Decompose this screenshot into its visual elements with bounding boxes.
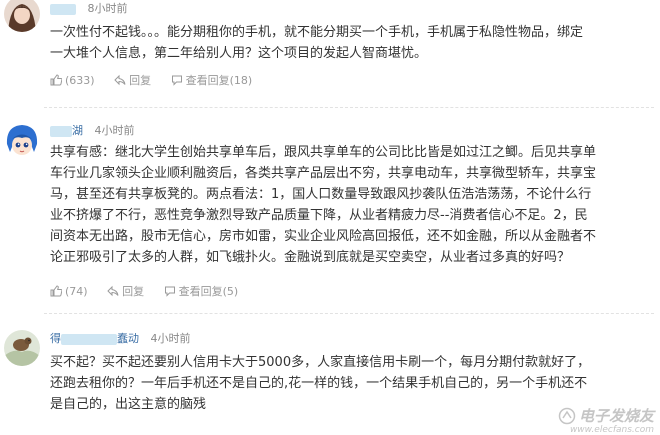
like-count: (74) (65, 284, 88, 298)
comment-line: 马，甚至还有共享板凳的。两点看法：1，国人口数量导致跟风抄袭队伍浩浩荡荡，不论什… (50, 187, 592, 202)
speech-bubble-icon (164, 286, 175, 297)
comment-line: 买不起？买不起还要别人信用卡大于5000多，人家直接信用卡刷一个，每月分期付款就… (50, 355, 591, 370)
timestamp: 4小时前 (94, 124, 135, 137)
comment-meta: 8小时前 (50, 0, 128, 16)
reply-button[interactable]: 回复 (114, 72, 151, 88)
comment-meta: 得蠢动 4小时前 (50, 330, 191, 346)
comment-line: 间资本无出路，股市无信心，房市如雷，实业企业风险高回报低，还不如金融，所以从金融… (50, 229, 597, 244)
comment-line: 论正邪吸引了太多的人群，如飞蛾扑火。金融说到底就是买空卖空，从业者过多真的好吗？ (50, 250, 571, 265)
comment-meta: 湖 4小时前 (50, 122, 135, 138)
divider (44, 107, 654, 108)
comment-text: 买不起？买不起还要别人信用卡大于5000多，人家直接信用卡刷一个，每月分期付款就… (50, 352, 606, 415)
comment-item: 8小时前 一次性付不起钱。。。能分期租你的手机，就不能分期买一个手机，手机属于私… (0, 0, 660, 92)
comment-item: 湖 4小时前 共享有感：继北大学生创始共享单车后，跟风共享单车的公司比比皆是如过… (0, 118, 660, 304)
thumbs-up-icon (50, 285, 62, 297)
elecfans-logo-icon (558, 407, 576, 424)
divider (44, 313, 654, 314)
reply-label: 回复 (129, 74, 152, 87)
view-replies-label: 查看回复(5) (178, 285, 239, 298)
watermark-url: www.elecfans.com (569, 425, 654, 435)
watermark: 电子发烧友 www.elecfans.com (558, 405, 654, 435)
reply-arrow-icon (114, 74, 126, 86)
comment-line: 是自己的，出这主意的脑残 (50, 397, 207, 412)
reply-button[interactable]: 回复 (107, 283, 144, 299)
speech-bubble-icon (171, 75, 182, 86)
avatar[interactable] (4, 0, 40, 32)
view-replies-label: 查看回复(18) (185, 74, 253, 87)
reply-arrow-icon (107, 285, 119, 297)
avatar[interactable] (4, 330, 40, 366)
reply-label: 回复 (122, 285, 145, 298)
timestamp: 4小时前 (150, 332, 191, 345)
like-count: (633) (65, 73, 95, 87)
username-redaction (50, 125, 72, 137)
comment-actions: (74) 回复 查看回复(5) (50, 283, 254, 300)
comment-line: 还跑去租你的？一年后手机还不是自己的,花一样的钱，一个结果手机自己的，另一个手机… (50, 376, 588, 391)
username-redaction (50, 3, 76, 15)
view-replies-button[interactable]: 查看回复(18) (171, 72, 253, 88)
timestamp: 8小时前 (87, 2, 128, 15)
username[interactable]: 得蠢动 (50, 332, 139, 345)
comment-line: 车行业几家领头企业顺利融资后，各类共享产品层出不穷，共享电动车，共享微型轿车，共… (50, 166, 597, 181)
username-redaction (61, 333, 117, 345)
comment-line: 共享有感：继北大学生创始共享单车后，跟风共享单车的公司比比皆是如过江之鲫。后见共… (50, 145, 597, 160)
comment-text: 共享有感：继北大学生创始共享单车后，跟风共享单车的公司比比皆是如过江之鲫。后见共… (50, 142, 606, 268)
watermark-brand: 电子发烧友 (578, 407, 654, 425)
comment-line: 业不挤爆了不行，恶性竞争激烈导致产品质量下降，从业者精疲力尽--消费者信心不足。… (50, 208, 588, 223)
comment-actions: (633) 回复 查看回复(18) (50, 72, 268, 89)
username[interactable] (50, 2, 76, 15)
avatar[interactable] (4, 122, 40, 158)
comment-line: 一次性付不起钱。。。能分期租你的手机，就不能分期买一个手机，手机属于私隐性物品，… (50, 25, 584, 40)
comment-line: 一大堆个人信息，第二年给别人用？这个项目的发起人智商堪忧。 (50, 46, 428, 61)
username[interactable]: 湖 (50, 124, 83, 137)
like-button[interactable]: (633) (50, 74, 95, 87)
thumbs-up-icon (50, 74, 62, 86)
view-replies-button[interactable]: 查看回复(5) (164, 283, 239, 299)
comment-text: 一次性付不起钱。。。能分期租你的手机，就不能分期买一个手机，手机属于私隐性物品，… (50, 22, 606, 64)
like-button[interactable]: (74) (50, 285, 88, 298)
